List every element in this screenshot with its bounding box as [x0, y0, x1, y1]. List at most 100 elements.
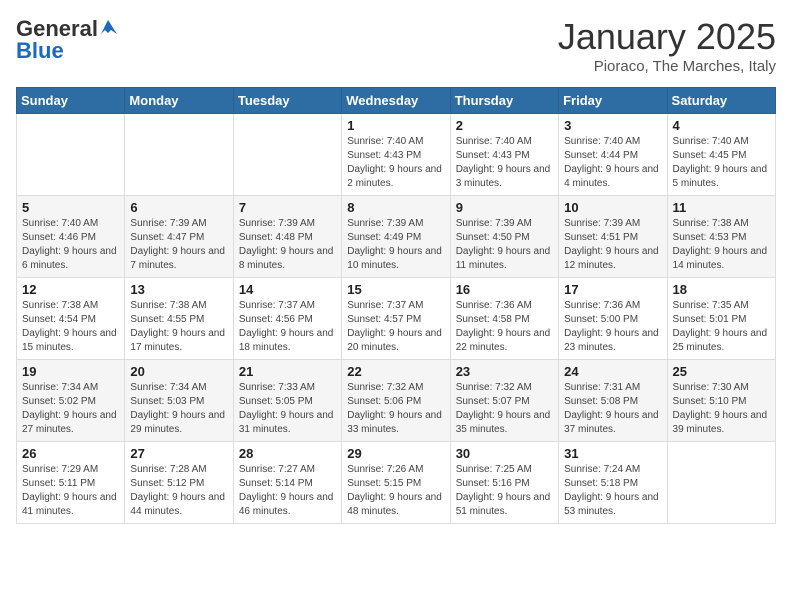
day-number: 5: [22, 200, 119, 215]
calendar-cell: 10 Sunrise: 7:39 AMSunset: 4:51 PMDayligh…: [559, 196, 667, 278]
title-block: January 2025 Pioraco, The Marches, Italy: [558, 16, 776, 75]
day-info: Sunrise: 7:40 AMSunset: 4:43 PMDaylight:…: [456, 135, 553, 191]
day-info: Sunrise: 7:40 AMSunset: 4:45 PMDaylight:…: [673, 135, 770, 191]
col-monday: Monday: [125, 88, 233, 114]
calendar-cell: [17, 114, 125, 196]
day-info: Sunrise: 7:37 AMSunset: 4:56 PMDaylight:…: [239, 299, 336, 355]
calendar-cell: 22 Sunrise: 7:32 AMSunset: 5:06 PMDayligh…: [342, 360, 450, 442]
calendar-cell: 28 Sunrise: 7:27 AMSunset: 5:14 PMDayligh…: [233, 442, 341, 524]
day-info: Sunrise: 7:38 AMSunset: 4:55 PMDaylight:…: [130, 299, 227, 355]
col-tuesday: Tuesday: [233, 88, 341, 114]
day-info: Sunrise: 7:34 AMSunset: 5:02 PMDaylight:…: [22, 381, 119, 437]
day-number: 25: [673, 364, 770, 379]
calendar-cell: 5 Sunrise: 7:40 AMSunset: 4:46 PMDaylight…: [17, 196, 125, 278]
calendar-cell: 25 Sunrise: 7:30 AMSunset: 5:10 PMDayligh…: [667, 360, 775, 442]
calendar-cell: 15 Sunrise: 7:37 AMSunset: 4:57 PMDayligh…: [342, 278, 450, 360]
day-info: Sunrise: 7:29 AMSunset: 5:11 PMDaylight:…: [22, 463, 119, 519]
logo-blue-text: Blue: [16, 38, 64, 64]
col-sunday: Sunday: [17, 88, 125, 114]
day-info: Sunrise: 7:35 AMSunset: 5:01 PMDaylight:…: [673, 299, 770, 355]
calendar-week-row: 19Sunrise: 7:34 AMSunset: 5:02 PMDayligh…: [17, 360, 776, 442]
calendar-cell: 11 Sunrise: 7:38 AMSunset: 4:53 PMDayligh…: [667, 196, 775, 278]
calendar-table: Sunday Monday Tuesday Wednesday Thursday…: [16, 87, 776, 524]
day-info: Sunrise: 7:32 AMSunset: 5:07 PMDaylight:…: [456, 381, 553, 437]
day-info: Sunrise: 7:39 AMSunset: 4:51 PMDaylight:…: [564, 217, 661, 273]
day-number: 17: [564, 282, 661, 297]
calendar-cell: 13 Sunrise: 7:38 AMSunset: 4:55 PMDayligh…: [125, 278, 233, 360]
calendar-cell: 26 Sunrise: 7:29 AMSunset: 5:11 PMDayligh…: [17, 442, 125, 524]
day-info: Sunrise: 7:40 AMSunset: 4:44 PMDaylight:…: [564, 135, 661, 191]
calendar-week-row: 1 Sunrise: 7:40 AMSunset: 4:43 PMDaylight…: [17, 114, 776, 196]
calendar-cell: 16 Sunrise: 7:36 AMSunset: 4:58 PMDayligh…: [450, 278, 558, 360]
calendar-cell: [233, 114, 341, 196]
calendar-cell: 29 Sunrise: 7:26 AMSunset: 5:15 PMDayligh…: [342, 442, 450, 524]
calendar-cell: 7Sunrise: 7:39 AMSunset: 4:48 PMDaylight…: [233, 196, 341, 278]
calendar-cell: 19Sunrise: 7:34 AMSunset: 5:02 PMDayligh…: [17, 360, 125, 442]
day-number: 22: [347, 364, 444, 379]
day-info: Sunrise: 7:32 AMSunset: 5:06 PMDaylight:…: [347, 381, 444, 437]
day-number: 21: [239, 364, 336, 379]
calendar-cell: 20Sunrise: 7:34 AMSunset: 5:03 PMDayligh…: [125, 360, 233, 442]
day-number: 1: [347, 118, 444, 133]
day-info: Sunrise: 7:31 AMSunset: 5:08 PMDaylight:…: [564, 381, 661, 437]
day-number: 8: [347, 200, 444, 215]
day-info: Sunrise: 7:38 AMSunset: 4:54 PMDaylight:…: [22, 299, 119, 355]
day-number: 4: [673, 118, 770, 133]
day-number: 14: [239, 282, 336, 297]
calendar-cell: 2 Sunrise: 7:40 AMSunset: 4:43 PMDaylight…: [450, 114, 558, 196]
logo-bird-icon: [99, 20, 117, 34]
calendar-cell: 1 Sunrise: 7:40 AMSunset: 4:43 PMDaylight…: [342, 114, 450, 196]
calendar-cell: [125, 114, 233, 196]
calendar-cell: 27Sunrise: 7:28 AMSunset: 5:12 PMDayligh…: [125, 442, 233, 524]
day-info: Sunrise: 7:25 AMSunset: 5:16 PMDaylight:…: [456, 463, 553, 519]
calendar-week-row: 26 Sunrise: 7:29 AMSunset: 5:11 PMDayligh…: [17, 442, 776, 524]
day-info: Sunrise: 7:39 AMSunset: 4:47 PMDaylight:…: [130, 217, 227, 273]
day-info: Sunrise: 7:33 AMSunset: 5:05 PMDaylight:…: [239, 381, 336, 437]
logo: General Blue: [16, 16, 117, 64]
calendar-header-row: Sunday Monday Tuesday Wednesday Thursday…: [17, 88, 776, 114]
day-number: 31: [564, 446, 661, 461]
day-number: 3: [564, 118, 661, 133]
day-info: Sunrise: 7:40 AMSunset: 4:46 PMDaylight:…: [22, 217, 119, 273]
calendar-cell: 21 Sunrise: 7:33 AMSunset: 5:05 PMDayligh…: [233, 360, 341, 442]
day-number: 15: [347, 282, 444, 297]
calendar-cell: 9Sunrise: 7:39 AMSunset: 4:50 PMDaylight…: [450, 196, 558, 278]
day-number: 10: [564, 200, 661, 215]
header: General Blue January 2025 Pioraco, The M…: [16, 16, 776, 75]
page-container: General Blue January 2025 Pioraco, The M…: [0, 0, 792, 534]
day-info: Sunrise: 7:34 AMSunset: 5:03 PMDaylight:…: [130, 381, 227, 437]
day-info: Sunrise: 7:40 AMSunset: 4:43 PMDaylight:…: [347, 135, 444, 191]
calendar-cell: 17Sunrise: 7:36 AMSunset: 5:00 PMDayligh…: [559, 278, 667, 360]
location: Pioraco, The Marches, Italy: [558, 58, 776, 75]
day-info: Sunrise: 7:38 AMSunset: 4:53 PMDaylight:…: [673, 217, 770, 273]
day-number: 27: [130, 446, 227, 461]
calendar-cell: 4 Sunrise: 7:40 AMSunset: 4:45 PMDaylight…: [667, 114, 775, 196]
calendar-cell: 6 Sunrise: 7:39 AMSunset: 4:47 PMDaylight…: [125, 196, 233, 278]
calendar-cell: 3 Sunrise: 7:40 AMSunset: 4:44 PMDaylight…: [559, 114, 667, 196]
day-number: 16: [456, 282, 553, 297]
day-number: 28: [239, 446, 336, 461]
calendar-cell: 18Sunrise: 7:35 AMSunset: 5:01 PMDayligh…: [667, 278, 775, 360]
day-info: Sunrise: 7:26 AMSunset: 5:15 PMDaylight:…: [347, 463, 444, 519]
day-number: 29: [347, 446, 444, 461]
day-number: 23: [456, 364, 553, 379]
day-info: Sunrise: 7:37 AMSunset: 4:57 PMDaylight:…: [347, 299, 444, 355]
day-number: 6: [130, 200, 227, 215]
day-number: 2: [456, 118, 553, 133]
day-number: 12: [22, 282, 119, 297]
day-number: 9: [456, 200, 553, 215]
calendar-cell: 24Sunrise: 7:31 AMSunset: 5:08 PMDayligh…: [559, 360, 667, 442]
day-number: 11: [673, 200, 770, 215]
day-info: Sunrise: 7:36 AMSunset: 4:58 PMDaylight:…: [456, 299, 553, 355]
calendar-cell: 12 Sunrise: 7:38 AMSunset: 4:54 PMDayligh…: [17, 278, 125, 360]
month-title: January 2025: [558, 16, 776, 58]
calendar-cell: 23 Sunrise: 7:32 AMSunset: 5:07 PMDayligh…: [450, 360, 558, 442]
day-info: Sunrise: 7:30 AMSunset: 5:10 PMDaylight:…: [673, 381, 770, 437]
day-info: Sunrise: 7:27 AMSunset: 5:14 PMDaylight:…: [239, 463, 336, 519]
day-number: 26: [22, 446, 119, 461]
day-number: 13: [130, 282, 227, 297]
calendar-week-row: 5 Sunrise: 7:40 AMSunset: 4:46 PMDaylight…: [17, 196, 776, 278]
col-thursday: Thursday: [450, 88, 558, 114]
calendar-cell: [667, 442, 775, 524]
calendar-cell: 14 Sunrise: 7:37 AMSunset: 4:56 PMDayligh…: [233, 278, 341, 360]
